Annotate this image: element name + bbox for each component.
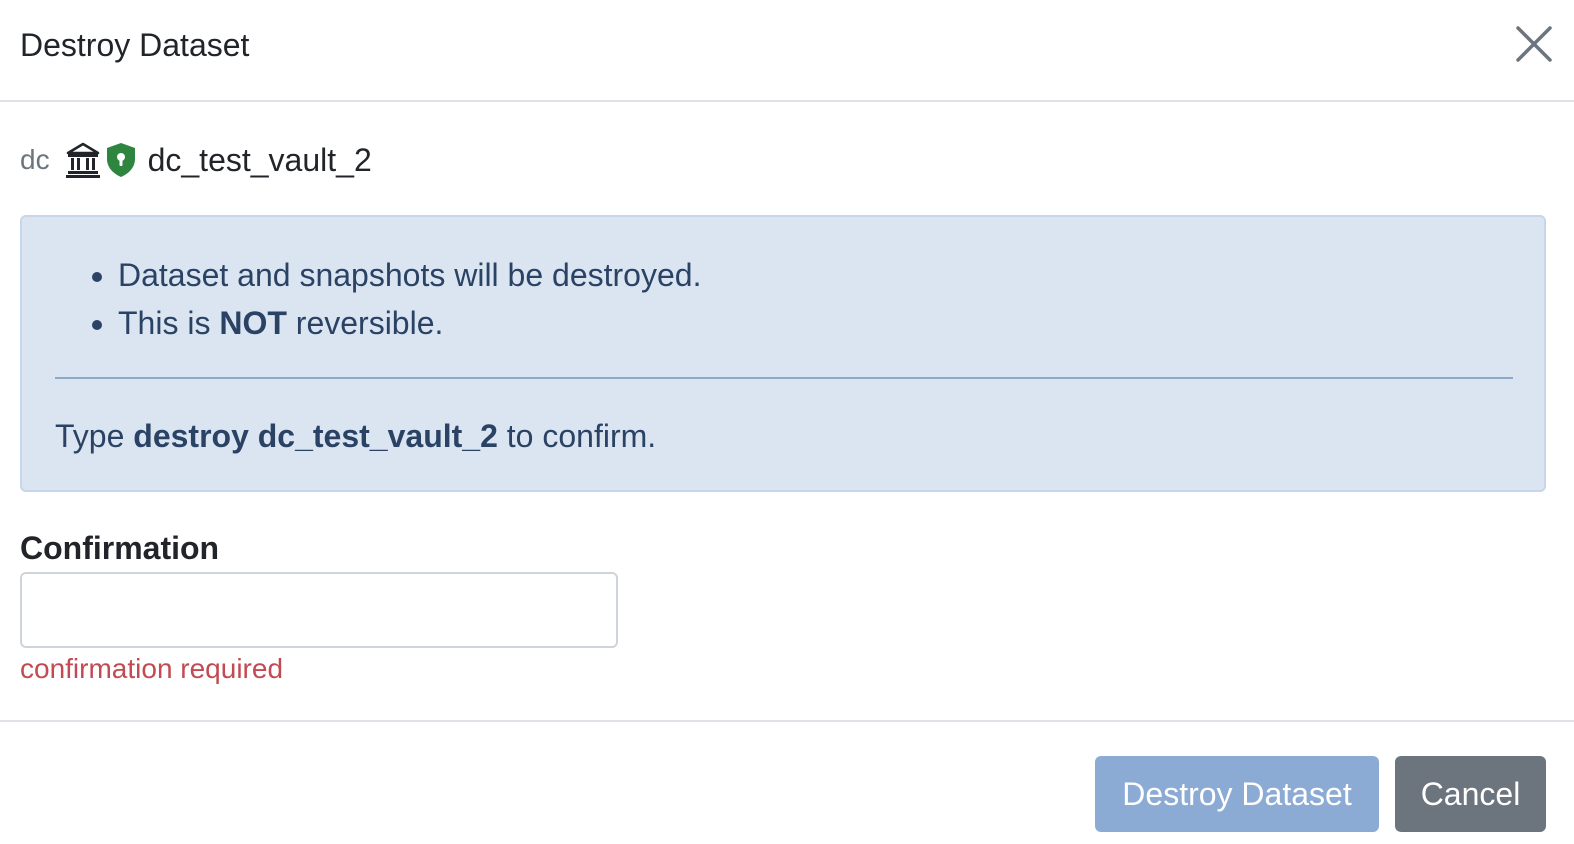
dialog-header: Destroy Dataset — [0, 0, 1574, 102]
warning-alert: Dataset and snapshots will be destroyed.… — [20, 215, 1546, 492]
alert-divider — [55, 377, 1513, 379]
cancel-button[interactable]: Cancel — [1395, 756, 1546, 832]
warning-item-suffix: reversible. — [286, 305, 444, 341]
dialog-title: Destroy Dataset — [20, 27, 250, 63]
close-button[interactable] — [1516, 26, 1552, 62]
warning-item: This is NOT reversible. — [118, 299, 701, 347]
dialog-footer: Destroy Dataset Cancel — [0, 720, 1574, 844]
confirm-prefix: Type — [55, 418, 134, 454]
warning-list: Dataset and snapshots will be destroyed.… — [22, 251, 701, 347]
warning-item-text: Dataset and snapshots will be destroyed. — [118, 257, 702, 293]
pool-name: dc — [20, 144, 50, 175]
warning-item-prefix: This is — [118, 305, 220, 341]
confirmation-input[interactable] — [20, 572, 618, 648]
warning-emphasis: NOT — [219, 305, 287, 341]
destroy-dataset-dialog: Destroy Dataset dc dc_test_vault_2 • Dat… — [0, 0, 1574, 844]
confirm-phrase: destroy dc_test_vault_2 — [133, 418, 498, 454]
destroy-dataset-button[interactable]: Destroy Dataset — [1095, 756, 1379, 832]
confirm-suffix: to confirm. — [497, 418, 657, 454]
confirm-instruction: Type destroy dc_test_vault_2 to confirm. — [55, 414, 656, 458]
warning-item: Dataset and snapshots will be destroyed. — [118, 251, 701, 299]
vault-icon — [65, 142, 100, 178]
close-icon — [1516, 26, 1552, 62]
shield-keyhole-icon — [105, 142, 139, 178]
confirmation-error: confirmation required — [20, 653, 284, 684]
dataset-name: dc_test_vault_2 — [147, 141, 372, 178]
confirmation-label: Confirmation — [20, 530, 220, 566]
dataset-path: dc dc_test_vault_2 — [20, 138, 372, 182]
